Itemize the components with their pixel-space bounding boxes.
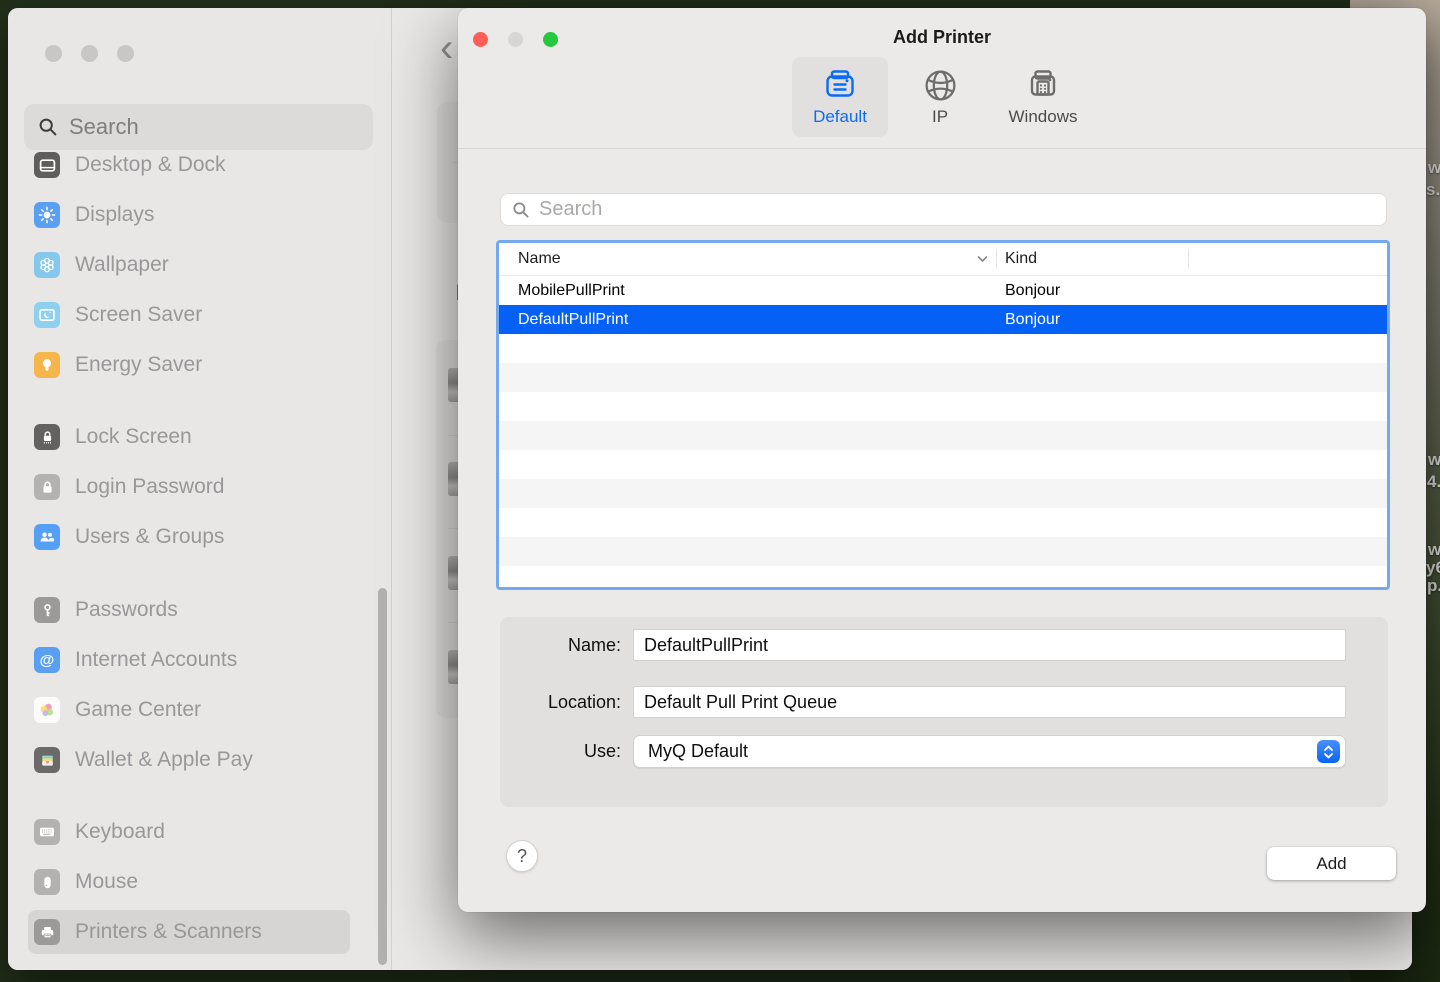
- empty-row: [499, 334, 1387, 363]
- desktop-icon-label-fragment: s.: [1426, 180, 1440, 199]
- table-row[interactable]: MobilePullPrint Bonjour: [499, 276, 1387, 305]
- back-chevron-icon[interactable]: ‹: [440, 26, 453, 71]
- printer-search-field[interactable]: [500, 193, 1387, 226]
- printer-details-panel: Name: Location: Use: MyQ Default: [500, 617, 1388, 807]
- empty-row: [499, 450, 1387, 479]
- printer-type-tabbar: Default IP Windows: [458, 57, 1426, 137]
- windows-printer-icon: [1025, 65, 1061, 105]
- desktop-icon-label-fragment: p.: [1427, 576, 1440, 595]
- sidebar-item-users-groups[interactable]: Users & Groups: [8, 512, 391, 562]
- sidebar-item-energy-saver[interactable]: Energy Saver: [8, 340, 391, 390]
- empty-row: [499, 537, 1387, 566]
- internet-accounts-icon: @: [34, 647, 60, 673]
- use-dropdown[interactable]: MyQ Default: [633, 735, 1346, 768]
- screen-saver-icon: [34, 302, 60, 328]
- add-printer-dialog: Add Printer Default IP Windows Search Na…: [458, 8, 1426, 912]
- column-header-name[interactable]: Name: [499, 250, 996, 268]
- search-icon: [513, 201, 529, 218]
- empty-row: [499, 421, 1387, 450]
- sidebar-item-passwords[interactable]: Passwords: [8, 585, 391, 635]
- sidebar-item-mouse[interactable]: Mouse: [8, 857, 391, 907]
- displays-icon: [34, 202, 60, 228]
- sidebar-item-wallpaper[interactable]: Wallpaper: [8, 240, 391, 290]
- printers-scanners-icon: [34, 919, 60, 945]
- settings-sidebar: Search Desktop & Dock Displays Wallpaper…: [8, 8, 392, 970]
- column-header-kind[interactable]: Kind: [996, 249, 1188, 269]
- search-icon: [39, 118, 57, 136]
- chevron-down-icon: [977, 255, 988, 263]
- desktop-icon-label-fragment: w: [1428, 540, 1440, 559]
- sidebar-item-displays[interactable]: Displays: [8, 190, 391, 240]
- empty-row: [499, 392, 1387, 421]
- wallet-icon: [34, 747, 60, 773]
- sidebar-item-keyboard[interactable]: Keyboard: [8, 807, 391, 857]
- keyboard-icon: [34, 819, 60, 845]
- tab-ip[interactable]: IP: [894, 57, 986, 137]
- game-center-icon: [34, 697, 60, 723]
- login-password-icon: [34, 474, 60, 500]
- lock-screen-icon: [34, 424, 60, 450]
- desktop-dock-icon: [34, 152, 60, 178]
- sidebar-item-internet-accounts[interactable]: @ Internet Accounts: [8, 635, 391, 685]
- desktop-icon-label-fragment: w: [1428, 450, 1440, 469]
- search-placeholder: Search: [69, 114, 139, 139]
- name-field[interactable]: [633, 629, 1346, 661]
- empty-row: [499, 508, 1387, 537]
- empty-row: [499, 363, 1387, 392]
- use-label: Use:: [583, 741, 621, 761]
- globe-icon: [922, 65, 959, 105]
- sidebar-item-printers-scanners[interactable]: Printers & Scanners: [8, 907, 391, 957]
- tab-default[interactable]: Default: [792, 57, 888, 137]
- energy-saver-icon: [34, 352, 60, 378]
- help-button[interactable]: ?: [506, 840, 538, 872]
- dialog-title: Add Printer: [892, 27, 991, 47]
- users-groups-icon: [34, 524, 60, 550]
- sidebar-item-screen-saver[interactable]: Screen Saver: [8, 290, 391, 340]
- sidebar-item-lock-screen[interactable]: Lock Screen: [8, 412, 391, 462]
- sidebar-item-wallet[interactable]: Wallet & Apple Pay: [8, 735, 391, 785]
- column-header-extra: [1188, 249, 1387, 269]
- close-icon[interactable]: [45, 45, 62, 62]
- printer-table: Name Kind MobilePullPrint Bonjour Defaul…: [496, 240, 1390, 590]
- window-controls-inactive[interactable]: [45, 45, 134, 62]
- sidebar-scrollbar[interactable]: [378, 588, 387, 965]
- search-input[interactable]: [539, 198, 1375, 221]
- desktop-icon-label-fragment: y6: [1426, 558, 1440, 577]
- sidebar-item-game-center[interactable]: Game Center: [8, 685, 391, 735]
- passwords-icon: [34, 597, 60, 623]
- default-printer-icon: [822, 65, 858, 105]
- location-label: Location:: [547, 691, 621, 712]
- tab-windows[interactable]: Windows: [992, 57, 1094, 137]
- wallpaper-icon: [34, 252, 60, 278]
- add-button[interactable]: Add: [1267, 847, 1396, 880]
- toolbar-separator: [458, 148, 1426, 149]
- mouse-icon: [34, 869, 60, 895]
- table-header: Name Kind: [499, 243, 1387, 276]
- sidebar-item-desktop-dock[interactable]: Desktop & Dock: [8, 140, 391, 190]
- minimize-icon[interactable]: [81, 45, 98, 62]
- empty-row: [499, 479, 1387, 508]
- desktop-icon-label-fragment: 4.: [1427, 472, 1440, 491]
- desktop-icon-label-fragment: w: [1428, 158, 1440, 177]
- zoom-icon[interactable]: [117, 45, 134, 62]
- sidebar-item-login-password[interactable]: Login Password: [8, 462, 391, 512]
- table-row-selected[interactable]: DefaultPullPrint Bonjour: [499, 305, 1387, 334]
- location-field[interactable]: [633, 686, 1346, 718]
- name-label: Name:: [567, 634, 621, 655]
- popup-stepper-icon: [1317, 740, 1340, 763]
